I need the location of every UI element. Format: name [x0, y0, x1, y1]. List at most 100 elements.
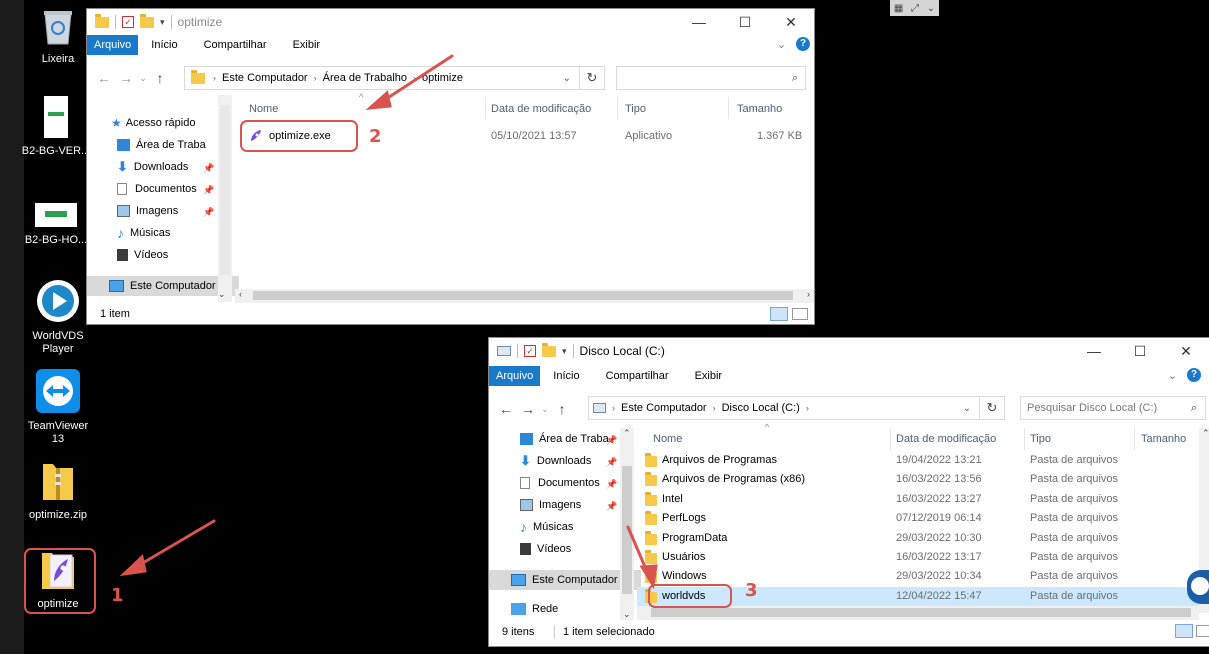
pin-icon[interactable]: 📌	[203, 207, 214, 218]
nav-item-este-computador[interactable]: Este Computador	[87, 276, 239, 296]
desktop-icon-teamviewer[interactable]: TeamViewer 13	[23, 369, 93, 446]
tab-arquivo[interactable]: Arquivo	[87, 35, 139, 55]
back-button[interactable]: ←	[93, 70, 115, 86]
large-icons-view-button[interactable]	[1196, 625, 1209, 637]
breadcrumb-item[interactable]: Área de Trabalho	[323, 72, 407, 84]
recent-locations-icon[interactable]: ⌄	[137, 73, 149, 84]
new-folder-icon[interactable]	[542, 342, 556, 357]
tab-exibir[interactable]: Exibir	[280, 35, 334, 55]
scroll-down-icon[interactable]: ⌄	[623, 609, 631, 620]
nav-item-imagens[interactable]: Imagens	[520, 496, 581, 514]
nav-item-musicas[interactable]: ♪ Músicas	[117, 224, 170, 242]
minimize-button[interactable]: —	[1071, 338, 1117, 364]
column-header-tamanho[interactable]: Tamanho	[1141, 433, 1186, 445]
address-bar[interactable]: › Este Computador › Disco Local (C:) › ⌄	[588, 396, 980, 420]
nav-item-imagens[interactable]: Imagens	[117, 202, 178, 220]
pin-icon[interactable]: 📌	[203, 163, 214, 174]
desktop-icon-b2-bg-ho[interactable]: B2-BG-HO...	[21, 203, 91, 247]
minimize-button[interactable]: —	[676, 9, 722, 35]
folder-row[interactable]: Usuários 16/03/2022 13:17 Pasta de arquivo…	[637, 548, 1199, 567]
monitor-controls-icon[interactable]: ▦ ⤢ ⌄	[890, 0, 939, 16]
tab-exibir[interactable]: Exibir	[682, 366, 736, 386]
explorer-window-optimize[interactable]: ✓ ▾ optimize — ☐ ✕ Arquivo Início Compar…	[86, 8, 815, 325]
breadcrumb-item[interactable]: Disco Local (C:)	[722, 402, 800, 414]
chevron-down-icon[interactable]: ▾	[160, 17, 165, 28]
scrollbar-thumb[interactable]	[220, 105, 230, 275]
folder-row[interactable]: Intel 16/03/2022 13:27 Pasta de arquivos	[637, 490, 1199, 509]
scrollbar-thumb[interactable]	[651, 608, 1191, 617]
details-view-button[interactable]	[1175, 624, 1193, 638]
breadcrumb-item[interactable]: Este Computador	[222, 72, 308, 84]
nav-item-este-computador[interactable]: Este Computador	[489, 570, 641, 590]
nav-item-videos[interactable]: Vídeos	[520, 540, 571, 558]
expand-ribbon-icon[interactable]: ⌄	[1168, 369, 1177, 382]
nav-scrollbar[interactable]	[218, 95, 232, 302]
close-button[interactable]: ✕	[768, 9, 814, 35]
nav-item-downloads[interactable]: ⬇ Downloads	[117, 158, 188, 176]
nav-item-documentos[interactable]: Documentos	[520, 474, 600, 492]
help-button[interactable]: ?	[1187, 368, 1201, 382]
desktop-icon-lixeira[interactable]: Lixeira	[23, 6, 93, 66]
details-view-button[interactable]	[770, 307, 788, 321]
column-header-data[interactable]: Data de modificação	[491, 103, 591, 115]
forward-button[interactable]: →	[115, 70, 137, 86]
title-bar[interactable]: ✓ ▾ optimize — ☐ ✕	[87, 9, 814, 35]
nav-item-area-de-trabalho[interactable]: Área de Traba	[117, 136, 206, 154]
folder-row[interactable]: PerfLogs 07/12/2019 06:14 Pasta de arquivo…	[637, 509, 1199, 528]
chevron-down-icon[interactable]: ⌄	[963, 403, 971, 414]
column-header-data[interactable]: Data de modificação	[896, 433, 996, 445]
scroll-left-icon[interactable]: ‹	[239, 289, 242, 299]
tab-compartilhar[interactable]: Compartilhar	[593, 366, 682, 386]
tab-inicio[interactable]: Início	[540, 366, 592, 386]
desktop-icon-worldvds-player[interactable]: WorldVDS Player	[23, 279, 93, 356]
nav-item-documentos[interactable]: Documentos	[117, 180, 197, 198]
pin-icon[interactable]: 📌	[606, 457, 617, 468]
tab-arquivo[interactable]: Arquivo	[489, 366, 541, 386]
large-icons-view-button[interactable]	[792, 308, 808, 320]
chevron-down-icon[interactable]: ▾	[562, 346, 567, 357]
scroll-up-icon[interactable]: ⌃	[1202, 428, 1209, 439]
horizontal-scrollbar[interactable]	[637, 606, 1199, 620]
refresh-button[interactable]: ↻	[979, 396, 1005, 420]
maximize-button[interactable]: ☐	[722, 9, 768, 35]
pin-icon[interactable]: 📌	[606, 501, 617, 512]
recent-locations-icon[interactable]: ⌄	[539, 404, 551, 415]
nav-item-musicas[interactable]: ♪ Músicas	[520, 518, 573, 536]
refresh-button[interactable]: ↻	[579, 66, 605, 90]
search-input[interactable]: Pesquisar Disco Local (C:) ⌕	[1020, 396, 1206, 420]
pin-icon[interactable]: 📌	[606, 479, 617, 490]
tab-compartilhar[interactable]: Compartilhar	[191, 35, 280, 55]
explorer-window-disco-local[interactable]: ✓ ▾ Disco Local (C:) — ☐ ✕ Arquivo Iníci…	[488, 337, 1209, 647]
up-button[interactable]: ↑	[551, 401, 573, 417]
scroll-right-icon[interactable]: ›	[807, 289, 810, 299]
desktop-icon-b2-bg-ver[interactable]: B2-BG-VER...	[21, 96, 91, 158]
expand-ribbon-icon[interactable]: ⌄	[777, 38, 786, 51]
maximize-button[interactable]: ☐	[1117, 338, 1163, 364]
pin-icon[interactable]: 📌	[606, 435, 617, 446]
breadcrumb-item[interactable]: Este Computador	[621, 402, 707, 414]
back-button[interactable]: ←	[495, 401, 517, 417]
nav-item-rede[interactable]: Rede	[511, 600, 558, 618]
pin-icon[interactable]: 📌	[203, 185, 214, 196]
nav-scrollbar[interactable]: ⌃ ⌄	[620, 428, 634, 620]
column-header-nome[interactable]: Nome	[249, 103, 278, 115]
nav-item-area-de-trabalho[interactable]: Área de Traba	[520, 430, 609, 448]
folder-row[interactable]: Arquivos de Programas 19/04/2022 13:21 Pas…	[637, 451, 1199, 470]
breadcrumb-item[interactable]: optimize	[422, 72, 463, 84]
new-folder-icon[interactable]	[140, 13, 154, 28]
column-header-tipo[interactable]: Tipo	[1030, 433, 1051, 445]
help-button[interactable]: ?	[796, 37, 810, 51]
chevron-down-icon[interactable]: ⌄	[927, 3, 935, 14]
scrollbar-thumb[interactable]	[622, 466, 632, 594]
search-input[interactable]: ⌕	[616, 66, 806, 90]
column-header-tamanho[interactable]: Tamanho	[737, 103, 782, 115]
column-header-nome[interactable]: Nome	[653, 433, 682, 445]
title-bar[interactable]: ✓ ▾ Disco Local (C:) — ☐ ✕	[489, 338, 1209, 364]
close-button[interactable]: ✕	[1163, 338, 1209, 364]
grid-icon[interactable]: ▦	[894, 3, 903, 14]
fullscreen-icon[interactable]: ⤢	[911, 3, 919, 14]
tab-inicio[interactable]: Início	[138, 35, 190, 55]
chevron-down-icon[interactable]: ⌄	[563, 73, 571, 84]
column-header-tipo[interactable]: Tipo	[625, 103, 646, 115]
desktop-icon-optimize-zip[interactable]: optimize.zip	[23, 460, 93, 522]
